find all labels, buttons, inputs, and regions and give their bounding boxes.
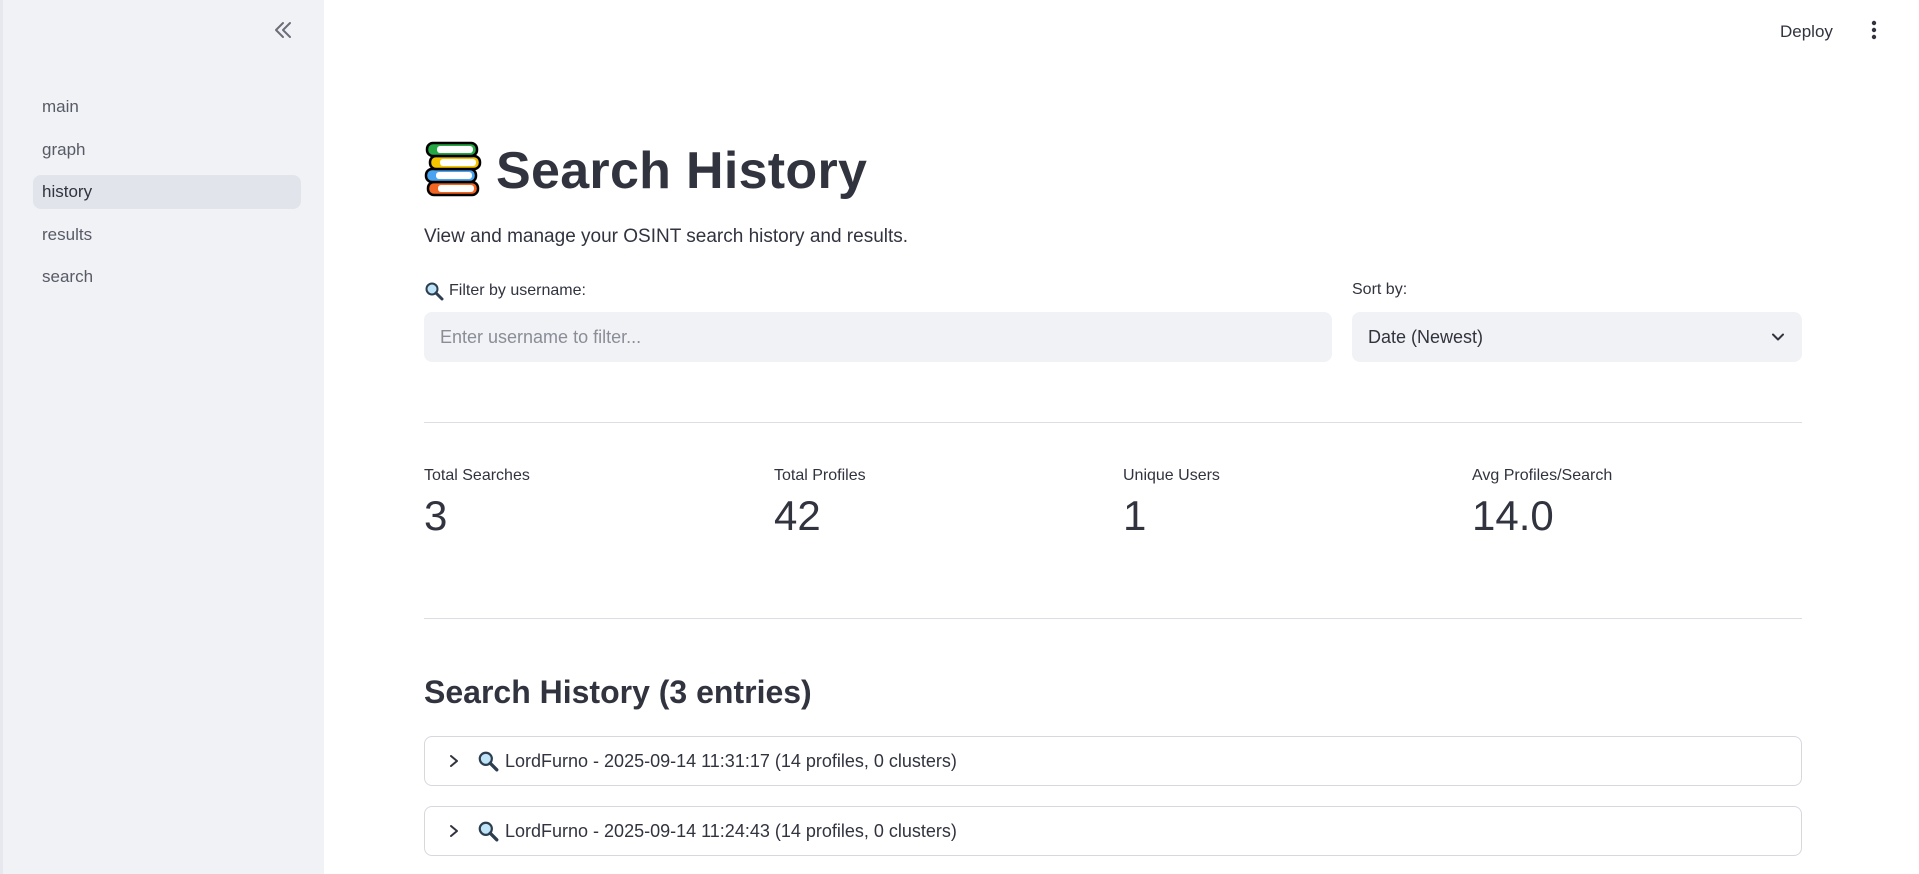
sort-label: Sort by:: [1352, 281, 1408, 298]
main-menu-button[interactable]: [1862, 18, 1886, 46]
sidebar-item-label: graph: [42, 139, 86, 159]
sidebar-nav: main graph history results search: [33, 90, 301, 303]
page-header: Search History: [424, 138, 867, 203]
metric-label: Unique Users: [1123, 467, 1220, 484]
sidebar-item-label: results: [42, 224, 93, 244]
history-heading: Search History (3 entries): [424, 674, 812, 710]
sidebar-item-label: main: [42, 97, 79, 116]
metric-label: Total Searches: [424, 467, 530, 484]
sidebar-item-main[interactable]: main: [33, 90, 301, 124]
metric-avg-profiles: Avg Profiles/Search 14.0: [1472, 467, 1612, 537]
history-entry-expander[interactable]: LordFurno - 2025-09-14 11:31:17 (14 prof…: [424, 736, 1802, 786]
metric-value: 14.0: [1472, 492, 1554, 539]
sidebar-item-label: history: [42, 182, 93, 201]
metric-total-profiles: Total Profiles 42: [774, 467, 866, 537]
sidebar-item-history[interactable]: history: [33, 175, 301, 209]
collapse-sidebar-button[interactable]: [267, 18, 299, 46]
filter-label-text: Filter by username:: [449, 282, 586, 299]
metric-unique-users: Unique Users 1: [1123, 467, 1220, 537]
books-icon: [424, 138, 482, 203]
deploy-button[interactable]: Deploy: [1780, 18, 1833, 46]
chevron-down-icon: [1770, 329, 1786, 345]
sidebar-item-search[interactable]: search: [33, 260, 301, 294]
double-chevron-left-icon: [273, 21, 293, 44]
metric-label: Avg Profiles/Search: [1472, 467, 1613, 484]
divider: [424, 422, 1802, 423]
history-entry-label: LordFurno - 2025-09-14 11:24:43 (14 prof…: [505, 820, 957, 841]
history-entry-label: LordFurno - 2025-09-14 11:31:17 (14 prof…: [505, 750, 957, 771]
history-entry-expander[interactable]: LordFurno - 2025-09-14 11:24:43 (14 prof…: [424, 806, 1802, 856]
sort-selected-value: Date (Newest): [1368, 326, 1484, 347]
sort-select[interactable]: Date (Newest): [1352, 312, 1802, 362]
metric-total-searches: Total Searches 3: [424, 467, 530, 537]
page-title: Search History: [496, 141, 868, 200]
metric-value: 42: [774, 492, 821, 539]
filter-label: Filter by username:: [424, 281, 586, 301]
metric-label: Total Profiles: [774, 467, 866, 484]
chevron-right-icon: [445, 824, 463, 838]
magnifier-icon: [477, 750, 499, 772]
sidebar: main graph history results search: [0, 0, 324, 874]
vertical-dots-icon: [1871, 20, 1877, 45]
chevron-right-icon: [445, 754, 463, 768]
metric-value: 1: [1123, 492, 1147, 539]
magnifier-icon: [424, 281, 444, 301]
divider: [424, 618, 1802, 619]
sidebar-item-label: search: [42, 267, 94, 286]
sidebar-item-results[interactable]: results: [33, 218, 301, 252]
sidebar-item-graph[interactable]: graph: [33, 133, 301, 167]
magnifier-icon: [477, 820, 499, 842]
page-subtitle: View and manage your OSINT search histor…: [424, 226, 909, 247]
username-filter-input[interactable]: [424, 312, 1332, 362]
metric-value: 3: [424, 492, 448, 539]
